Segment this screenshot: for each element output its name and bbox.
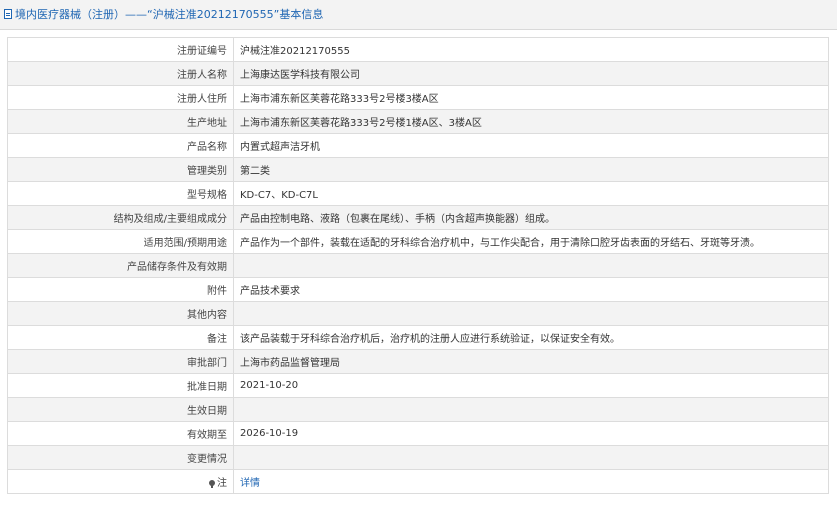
table-row-effective-date: 生效日期 bbox=[7, 397, 829, 422]
row-label: 产品名称 bbox=[7, 133, 234, 158]
row-value bbox=[233, 301, 829, 326]
row-label: 注 bbox=[7, 469, 234, 494]
table-row-production-address: 生产地址 上海市浦东新区芙蓉花路333号2号楼1楼A区、3楼A区 bbox=[7, 109, 829, 134]
info-table: 注册证编号 沪械注准20212170555 注册人名称 上海康达医学科技有限公司… bbox=[7, 37, 829, 494]
pin-icon bbox=[209, 480, 215, 488]
row-value: 产品作为一个部件，装载在适配的牙科综合治疗机中，与工作尖配合，用于清除口腔牙齿表… bbox=[233, 229, 829, 254]
table-row-storage: 产品储存条件及有效期 bbox=[7, 253, 829, 278]
table-row-structure: 结构及组成/主要组成成分 产品由控制电路、液路（包裹在尾线）、手柄（内含超声换能… bbox=[7, 205, 829, 230]
row-value bbox=[233, 445, 829, 470]
scrollbar-track[interactable] bbox=[832, 30, 837, 505]
row-value: 内置式超声洁牙机 bbox=[233, 133, 829, 158]
table-row-intended-use: 适用范围/预期用途 产品作为一个部件，装载在适配的牙科综合治疗机中，与工作尖配合… bbox=[7, 229, 829, 254]
table-row-registration-no: 注册证编号 沪械注准20212170555 bbox=[7, 37, 829, 62]
note-label: 注 bbox=[217, 478, 227, 489]
row-value: 上海市浦东新区芙蓉花路333号2号楼1楼A区、3楼A区 bbox=[233, 109, 829, 134]
row-value: 上海市浦东新区芙蓉花路333号2号楼3楼A区 bbox=[233, 85, 829, 110]
table-row-registrant-name: 注册人名称 上海康达医学科技有限公司 bbox=[7, 61, 829, 86]
row-value: 该产品装载于牙科综合治疗机后，治疗机的注册人应进行系统验证，以保证安全有效。 bbox=[233, 325, 829, 350]
table-row-approval-date: 批准日期 2021-10-20 bbox=[7, 373, 829, 398]
row-label: 注册人名称 bbox=[7, 61, 234, 86]
row-value: 2021-10-20 bbox=[233, 373, 829, 398]
table-row-product-name: 产品名称 内置式超声洁牙机 bbox=[7, 133, 829, 158]
row-value: 产品由控制电路、液路（包裹在尾线）、手柄（内含超声换能器）组成。 bbox=[233, 205, 829, 230]
row-value: 2026-10-19 bbox=[233, 421, 829, 446]
row-label: 结构及组成/主要组成成分 bbox=[7, 205, 234, 230]
row-label: 备注 bbox=[7, 325, 234, 350]
page-title: 境内医疗器械（注册）——“沪械注准20212170555”基本信息 bbox=[15, 8, 324, 21]
row-label: 产品储存条件及有效期 bbox=[7, 253, 234, 278]
details-link[interactable]: 详情 bbox=[240, 478, 260, 489]
row-label: 批准日期 bbox=[7, 373, 234, 398]
row-value: 上海市药品监督管理局 bbox=[233, 349, 829, 374]
row-value: 第二类 bbox=[233, 157, 829, 182]
table-row-management-class: 管理类别 第二类 bbox=[7, 157, 829, 182]
table-row-expiry-date: 有效期至 2026-10-19 bbox=[7, 421, 829, 446]
row-label: 附件 bbox=[7, 277, 234, 302]
row-label: 注册证编号 bbox=[7, 37, 234, 62]
row-value: KD-C7、KD-C7L bbox=[233, 181, 829, 206]
page-header: 境内医疗器械（注册）——“沪械注准20212170555”基本信息 bbox=[0, 0, 837, 30]
table-row-changes: 变更情况 bbox=[7, 445, 829, 470]
row-value: 沪械注准20212170555 bbox=[233, 37, 829, 62]
row-label: 其他内容 bbox=[7, 301, 234, 326]
row-label: 有效期至 bbox=[7, 421, 234, 446]
table-row-registrant-address: 注册人住所 上海市浦东新区芙蓉花路333号2号楼3楼A区 bbox=[7, 85, 829, 110]
table-row-remarks: 备注 该产品装载于牙科综合治疗机后，治疗机的注册人应进行系统验证，以保证安全有效… bbox=[7, 325, 829, 350]
row-label: 型号规格 bbox=[7, 181, 234, 206]
row-value: 详情 bbox=[233, 469, 829, 494]
table-row-attachment: 附件 产品技术要求 bbox=[7, 277, 829, 302]
row-value: 产品技术要求 bbox=[233, 277, 829, 302]
row-label: 适用范围/预期用途 bbox=[7, 229, 234, 254]
table-row-model-spec: 型号规格 KD-C7、KD-C7L bbox=[7, 181, 829, 206]
row-label: 注册人住所 bbox=[7, 85, 234, 110]
row-label: 变更情况 bbox=[7, 445, 234, 470]
row-value bbox=[233, 397, 829, 422]
row-label: 生效日期 bbox=[7, 397, 234, 422]
row-label: 审批部门 bbox=[7, 349, 234, 374]
table-row-other: 其他内容 bbox=[7, 301, 829, 326]
document-icon bbox=[4, 9, 12, 19]
table-row-note: 注 详情 bbox=[7, 469, 829, 494]
row-value: 上海康达医学科技有限公司 bbox=[233, 61, 829, 86]
row-label: 管理类别 bbox=[7, 157, 234, 182]
row-value bbox=[233, 253, 829, 278]
row-label: 生产地址 bbox=[7, 109, 234, 134]
table-row-approval-dept: 审批部门 上海市药品监督管理局 bbox=[7, 349, 829, 374]
